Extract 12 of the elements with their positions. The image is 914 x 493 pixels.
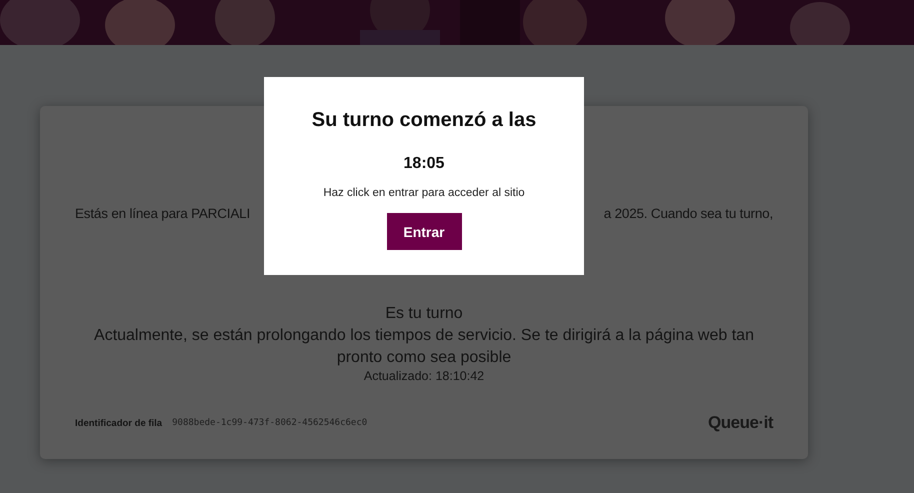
updated-time: Actualizado: 18:10:42 xyxy=(364,369,484,383)
intro-text: a 2025. Cuando sea tu turno, xyxy=(604,206,773,221)
queue-id-label: Identificador de fila xyxy=(75,418,162,428)
enter-button[interactable]: Entrar xyxy=(386,213,462,250)
logo: Queue·it xyxy=(708,413,773,433)
queue-id: 9088bede-1c99-473f-8062-4562546c6ec0 xyxy=(172,418,368,428)
modal-message: Haz click en entrar para acceder al sitio xyxy=(323,187,525,199)
status-message: Actualmente, se están prolongando los tiempos de servicio. Se te dirigirá a la página web tan pronto como sea posible xyxy=(93,326,755,368)
status-title: Es tu turno xyxy=(385,304,463,324)
start-time: 18:05 xyxy=(404,155,444,173)
intro-text: Estás en línea para PARCIALI xyxy=(75,206,250,221)
modal-title: Su turno comenzó a las xyxy=(312,108,536,133)
